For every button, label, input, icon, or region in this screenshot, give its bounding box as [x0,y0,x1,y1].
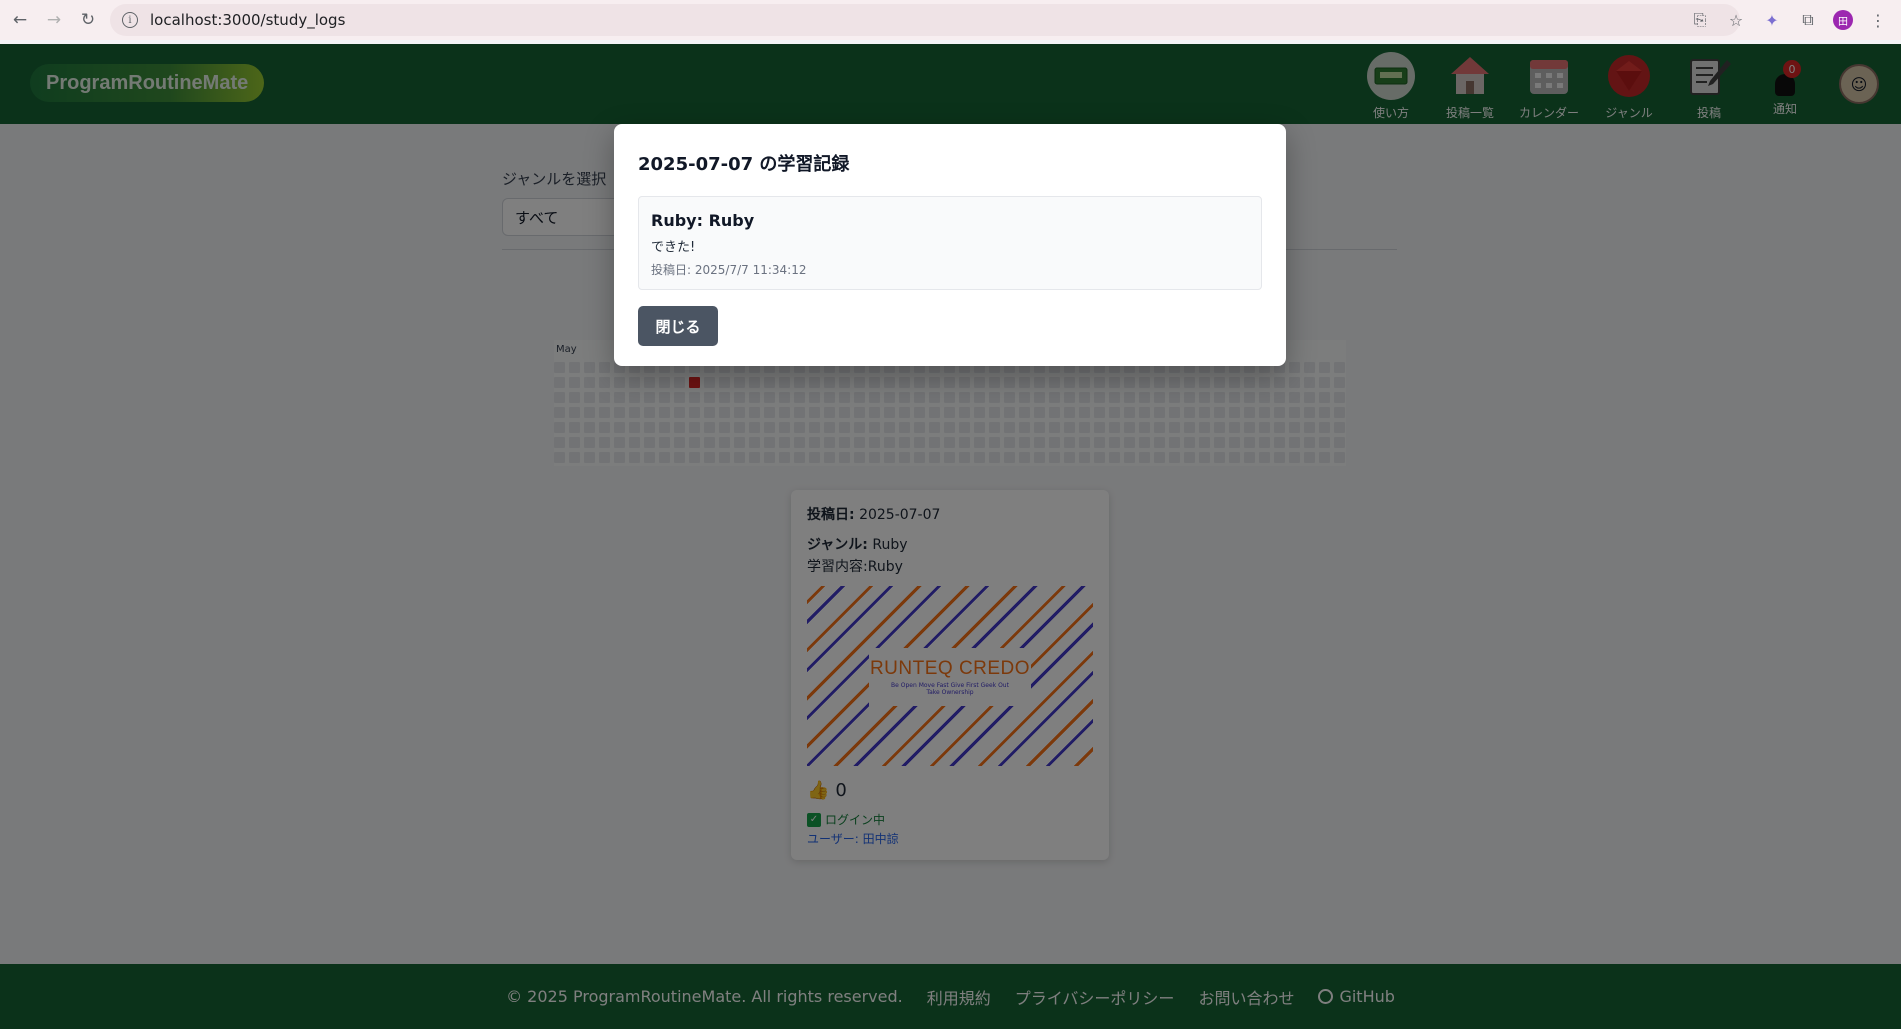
log-entry-date: 投稿日: 2025/7/7 11:34:12 [651,263,807,277]
install-app-icon[interactable]: ⎘ [1689,9,1711,31]
reload-icon[interactable]: ↻ [74,6,102,34]
address-url[interactable]: localhost:3000/study_logs [150,11,345,29]
extensions-icon[interactable]: ⧉ [1797,9,1819,31]
log-entry: Ruby: Ruby できた! 投稿日: 2025/7/7 11:34:12 [638,196,1262,290]
log-entry-content: できた! [651,240,696,255]
extension-puzzle-icon[interactable]: ✦ [1761,9,1783,31]
modal-title: 2025-07-07 の学習記録 [638,154,850,175]
browser-menu-icon[interactable]: ⋮ [1867,9,1889,31]
close-modal-button[interactable]: 閉じる [638,306,718,346]
log-entry-title: Ruby: Ruby [651,211,755,230]
browser-profile-avatar[interactable]: 田 [1833,10,1853,30]
browser-toolbar: ← → ↻ i localhost:3000/study_logs ⎘ ☆ ✦ … [0,0,1901,40]
study-log-modal: 2025-07-07 の学習記録 Ruby: Ruby できた! 投稿日: 20… [614,124,1286,366]
forward-icon[interactable]: → [40,6,68,34]
address-bar[interactable]: i localhost:3000/study_logs [110,4,1740,36]
site-info-icon[interactable]: i [122,12,138,28]
back-icon[interactable]: ← [6,6,34,34]
bookmark-star-icon[interactable]: ☆ [1725,9,1747,31]
